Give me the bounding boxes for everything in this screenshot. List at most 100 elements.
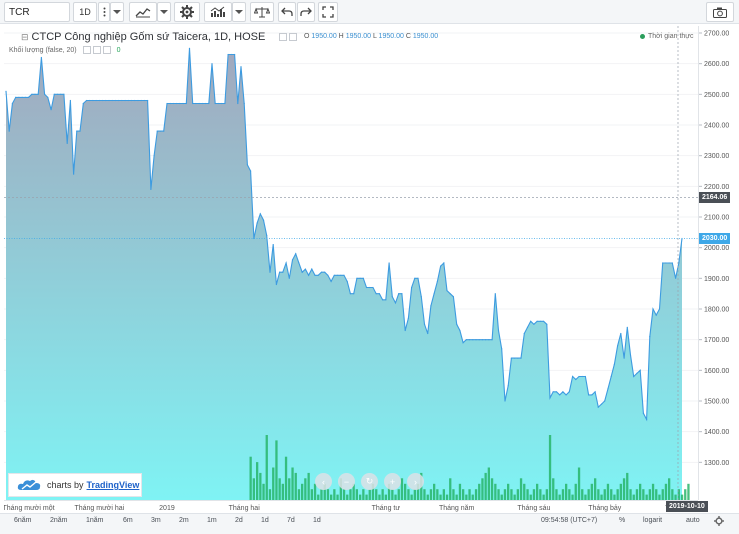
volume-bar (494, 483, 497, 500)
time-axis[interactable]: Tháng mười một Tháng mười hai 2019 Tháng ha… (4, 500, 698, 513)
price-point (597, 406, 599, 408)
indicators-dropdown-button[interactable] (232, 2, 246, 22)
price-point (626, 326, 628, 328)
price-point (127, 99, 129, 102)
tradingview-attribution[interactable]: charts by TradingView (8, 473, 142, 497)
timeframe-3m-button[interactable]: 3m (151, 517, 161, 524)
price-point (221, 102, 223, 105)
price-point (555, 391, 558, 393)
price-point (73, 173, 75, 175)
log-scale-toggle[interactable]: logarit (643, 517, 662, 524)
volume-bar (484, 472, 487, 500)
camera-icon (713, 7, 727, 18)
symbol-input[interactable] (4, 2, 70, 22)
tradingview-link[interactable]: TradingView (87, 480, 140, 490)
collapse-legend-icon[interactable]: ⊟ (21, 32, 29, 42)
remove-volume-button[interactable] (102, 46, 111, 54)
timeframe-6m-button[interactable]: 6m (123, 517, 133, 524)
time-axis-ticks: Tháng mười một Tháng mười hai 2019 Tháng ha… (4, 505, 698, 512)
scroll-forward-button[interactable]: › (407, 473, 424, 490)
price-point (481, 339, 483, 341)
chart-style-dropdown-button[interactable] (157, 2, 171, 22)
price-point (514, 357, 516, 359)
undo-button[interactable] (278, 2, 296, 22)
series-settings-button[interactable] (289, 33, 298, 42)
settings-button[interactable] (174, 2, 200, 22)
timeframe-7d-button[interactable]: 7d (287, 517, 295, 524)
timeframe-1y-button[interactable]: 1năm (86, 517, 104, 524)
indicators-button[interactable] (204, 2, 232, 22)
hide-volume-button[interactable] (82, 46, 91, 54)
price-point (629, 354, 632, 356)
price-point (575, 378, 577, 381)
volume-bar (297, 489, 301, 500)
auto-scale-toggle[interactable]: auto (686, 517, 700, 524)
fullscreen-button[interactable] (318, 2, 338, 22)
price-point (108, 99, 110, 102)
price-tick-label: 1400.00 (704, 429, 729, 436)
volume-bar (651, 483, 655, 500)
interval-button[interactable]: 1D (73, 2, 97, 22)
timeframe-1m-button[interactable]: 1m (207, 517, 217, 524)
scale-settings-button[interactable] (714, 516, 724, 528)
price-point (646, 418, 648, 420)
price-point (111, 99, 113, 102)
timeframe-6y-button[interactable]: 6năm (14, 517, 32, 524)
price-point (60, 93, 62, 95)
chart-plot-area[interactable] (4, 26, 698, 500)
price-point (572, 375, 574, 378)
volume-bar (442, 489, 445, 500)
price-point (337, 274, 339, 276)
timeframe-1d-button[interactable]: 1d (261, 517, 269, 524)
price-point (250, 170, 252, 172)
last-price-tag: 2030.00 (699, 232, 731, 244)
price-axis[interactable]: 1300.00 1400.00 1500.00 1600.00 1700.00 1800.… (698, 26, 735, 500)
reset-chart-button[interactable]: ↻ (361, 473, 378, 490)
price-point (346, 280, 348, 282)
timeframe-2m-button[interactable]: 2m (179, 517, 189, 524)
zoom-out-button[interactable]: − (338, 473, 355, 490)
timeframe-2d-button[interactable]: 2d (235, 517, 243, 524)
price-point (623, 357, 625, 359)
volume-bar (268, 489, 272, 500)
scroll-back-button[interactable]: ‹ (315, 473, 332, 490)
timeframe-2y-button[interactable]: 2năm (50, 517, 68, 524)
volume-bar (413, 489, 416, 500)
clock-timezone[interactable]: 09:54:58 (UTC+7) (541, 517, 597, 524)
price-point (375, 293, 377, 295)
price-point (317, 274, 319, 276)
zoom-in-button[interactable]: + (384, 473, 401, 490)
price-axis-ticks: 1300.00 1400.00 1500.00 1600.00 1700.00 1800.… (699, 31, 729, 467)
compare-button[interactable] (250, 2, 274, 22)
price-point (520, 357, 522, 359)
interval-dropdown-button[interactable] (110, 2, 124, 22)
price-tick-label: 1700.00 (704, 337, 729, 344)
volume-bar (281, 483, 284, 500)
price-point (21, 96, 23, 98)
price-point (259, 213, 261, 215)
reset-icon: ↻ (365, 476, 374, 486)
price-point (198, 102, 200, 105)
volume-bar (310, 489, 313, 500)
snapshot-button[interactable] (706, 2, 734, 22)
price-point (398, 293, 400, 295)
interval-menu-button[interactable] (98, 2, 110, 22)
price-point (44, 93, 46, 95)
price-point (27, 96, 30, 98)
price-point (420, 296, 422, 298)
volume-settings-button[interactable] (92, 46, 101, 54)
price-point (140, 99, 142, 102)
time-tick-label: Tháng mười một (4, 505, 55, 512)
price-point (533, 323, 535, 325)
volume-bar (497, 489, 500, 500)
volume-bar (642, 489, 645, 500)
percent-scale-toggle[interactable]: % (619, 517, 625, 524)
timeframe-1d-intraday-button[interactable]: 1d (313, 517, 321, 524)
redo-button[interactable] (297, 2, 315, 22)
volume-bar (275, 440, 278, 500)
gear-icon (180, 5, 194, 19)
chart-style-button[interactable] (129, 2, 157, 22)
price-tick-label: 2400.00 (704, 123, 729, 130)
hide-series-button[interactable] (279, 33, 288, 42)
price-point (459, 329, 461, 332)
